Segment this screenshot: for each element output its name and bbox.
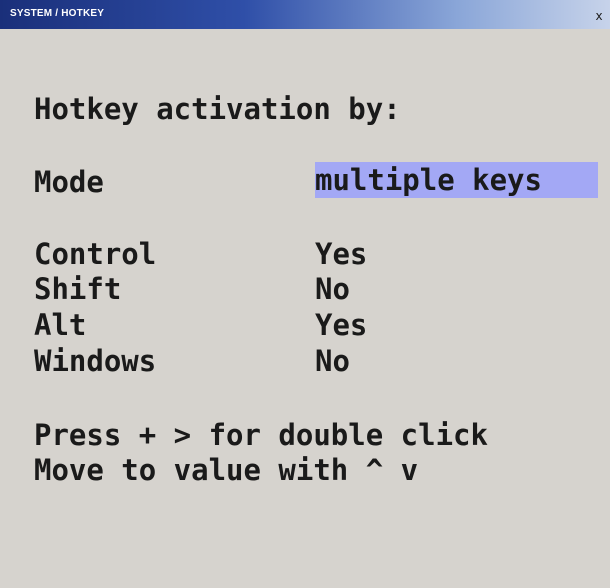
alt-label: Alt xyxy=(34,308,87,342)
mode-value-selected[interactable]: multiple keys xyxy=(315,162,598,198)
close-icon[interactable]: x xyxy=(592,9,606,23)
windows-value[interactable]: No xyxy=(315,343,350,379)
hotkey-settings-panel: Hotkey activation by: Mode multiple keys… xyxy=(0,29,610,588)
hint-double-click: Press + > for double click xyxy=(34,418,488,452)
shift-value[interactable]: No xyxy=(315,271,350,307)
page-heading: Hotkey activation by: xyxy=(34,92,401,126)
mode-label: Mode xyxy=(34,165,104,199)
hotkey-window: SYSTEM / HOTKEY x Hotkey activation by: … xyxy=(0,0,610,588)
alt-value[interactable]: Yes xyxy=(315,307,367,343)
hint-navigation: Move to value with ^ v xyxy=(34,453,419,487)
control-label: Control xyxy=(34,237,157,271)
shift-label: Shift xyxy=(34,272,122,306)
control-value[interactable]: Yes xyxy=(315,236,367,272)
window-title: SYSTEM / HOTKEY xyxy=(10,8,105,19)
title-bar[interactable]: SYSTEM / HOTKEY x xyxy=(0,0,610,29)
windows-label: Windows xyxy=(34,344,157,378)
